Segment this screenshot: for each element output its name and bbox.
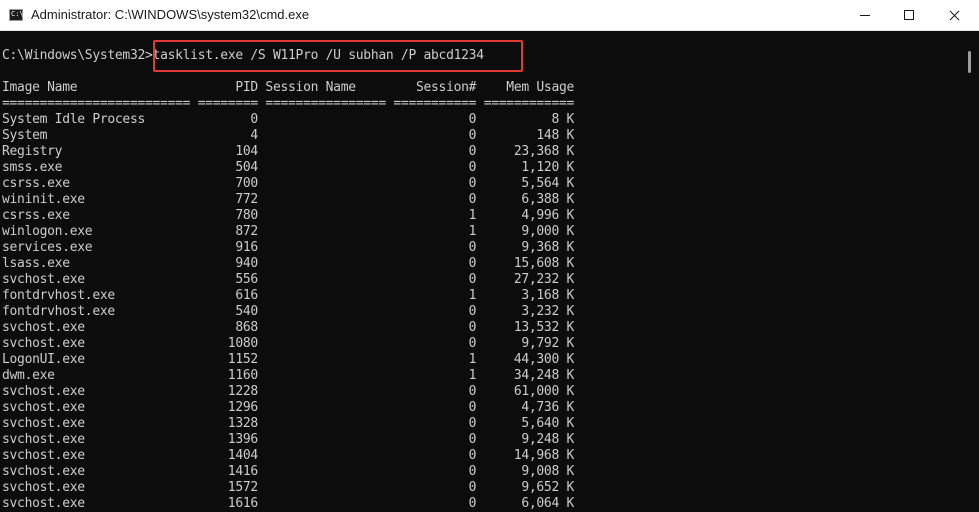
process-row: LogonUI.exe 1152 1 44,300 K <box>2 352 575 367</box>
process-row: dwm.exe 1160 1 34,248 K <box>2 368 575 383</box>
process-row: svchost.exe 868 0 13,532 K <box>2 320 575 335</box>
process-row: System Idle Process 0 0 8 K <box>2 112 575 127</box>
process-row: svchost.exe 1296 0 4,736 K <box>2 400 575 415</box>
cmd-icon: C:\ <box>9 9 24 21</box>
process-row: winlogon.exe 872 1 9,000 K <box>2 224 575 239</box>
process-row: services.exe 916 0 9,368 K <box>2 240 575 255</box>
prompt-text: C:\Windows\System32> <box>2 48 153 63</box>
minimize-button[interactable] <box>842 0 888 31</box>
process-row: svchost.exe 1572 0 9,652 K <box>2 480 575 495</box>
console-output[interactable]: C:\Windows\System32>tasklist.exe /S W11P… <box>0 31 960 512</box>
process-row: csrss.exe 700 0 5,564 K <box>2 176 575 191</box>
process-row: csrss.exe 780 1 4,996 K <box>2 208 575 223</box>
process-row: Registry 104 0 23,368 K <box>2 144 575 159</box>
process-row: fontdrvhost.exe 540 0 3,232 K <box>2 304 575 319</box>
table-separator: ========================= ======== =====… <box>2 96 575 111</box>
table-header: Image Name PID Session Name Session# Mem… <box>2 80 575 95</box>
process-row: smss.exe 504 0 1,120 K <box>2 160 575 175</box>
maximize-button[interactable] <box>886 0 932 31</box>
process-row: svchost.exe 1396 0 9,248 K <box>2 432 575 447</box>
process-row: System 4 0 148 K <box>2 128 575 143</box>
process-row: wininit.exe 772 0 6,388 K <box>2 192 575 207</box>
minimize-icon <box>860 15 870 16</box>
vertical-scrollbar[interactable] <box>960 31 979 512</box>
close-button[interactable] <box>932 0 978 31</box>
process-row: svchost.exe 1404 0 14,968 K <box>2 448 575 463</box>
process-row: svchost.exe 1616 0 6,064 K <box>2 496 575 511</box>
command-highlight-box <box>153 40 523 72</box>
scrollbar-thumb[interactable] <box>968 51 971 73</box>
process-row: svchost.exe 556 0 27,232 K <box>2 272 575 287</box>
process-row: lsass.exe 940 0 15,608 K <box>2 256 575 271</box>
process-row: svchost.exe 1416 0 9,008 K <box>2 464 575 479</box>
process-row: svchost.exe 1328 0 5,640 K <box>2 416 575 431</box>
maximize-icon <box>904 10 914 20</box>
window-title: Administrator: C:\WINDOWS\system32\cmd.e… <box>31 7 310 22</box>
process-row: svchost.exe 1080 0 9,792 K <box>2 336 575 351</box>
cmd-window: C:\ Administrator: C:\WINDOWS\system32\c… <box>0 0 979 512</box>
process-row: fontdrvhost.exe 616 1 3,168 K <box>2 288 575 303</box>
title-bar[interactable]: C:\ Administrator: C:\WINDOWS\system32\c… <box>0 0 979 31</box>
process-row: svchost.exe 1228 0 61,000 K <box>2 384 575 399</box>
